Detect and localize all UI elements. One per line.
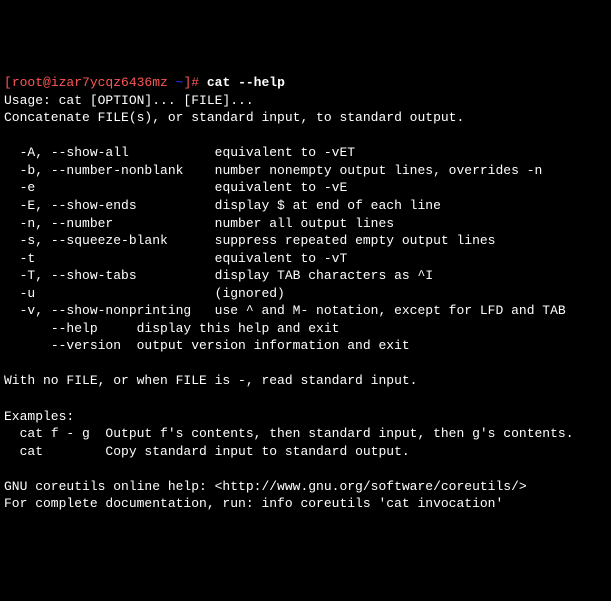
option-show-tabs: -T, --show-tabs display TAB characters a… [4, 268, 433, 283]
option-show-ends: -E, --show-ends display $ at end of each… [4, 198, 441, 213]
option-u: -u (ignored) [4, 286, 285, 301]
option-show-all: -A, --show-all equivalent to -vET [4, 145, 355, 160]
prompt-bracket-close: ]# [183, 75, 206, 90]
terminal-output: [root@izar7ycqz6436mz ~]# cat --help Usa… [4, 74, 607, 513]
option-show-nonprinting: -v, --show-nonprinting use ^ and M- nota… [4, 303, 566, 318]
option-squeeze-blank: -s, --squeeze-blank suppress repeated em… [4, 233, 496, 248]
usage-line: Usage: cat [OPTION]... [FILE]... [4, 93, 254, 108]
no-file-line: With no FILE, or when FILE is -, read st… [4, 373, 417, 388]
example-1: cat f - g Output f's contents, then stan… [4, 426, 574, 441]
info-line: For complete documentation, run: info co… [4, 496, 503, 511]
prompt-space [168, 75, 176, 90]
description-line: Concatenate FILE(s), or standard input, … [4, 110, 464, 125]
command-text: cat --help [207, 75, 285, 90]
option-version: --version output version information and… [4, 338, 410, 353]
option-e: -e equivalent to -vE [4, 180, 347, 195]
online-help-line: GNU coreutils online help: <http://www.g… [4, 479, 527, 494]
option-number: -n, --number number all output lines [4, 216, 394, 231]
prompt-userhost: root@izar7ycqz6436mz [12, 75, 168, 90]
option-help: --help display this help and exit [4, 321, 339, 336]
prompt-bracket-open: [ [4, 75, 12, 90]
option-t: -t equivalent to -vT [4, 251, 347, 266]
option-number-nonblank: -b, --number-nonblank number nonempty ou… [4, 163, 542, 178]
prompt-line[interactable]: [root@izar7ycqz6436mz ~]# cat --help [4, 75, 285, 90]
examples-header: Examples: [4, 409, 74, 424]
example-2: cat Copy standard input to standard outp… [4, 444, 410, 459]
